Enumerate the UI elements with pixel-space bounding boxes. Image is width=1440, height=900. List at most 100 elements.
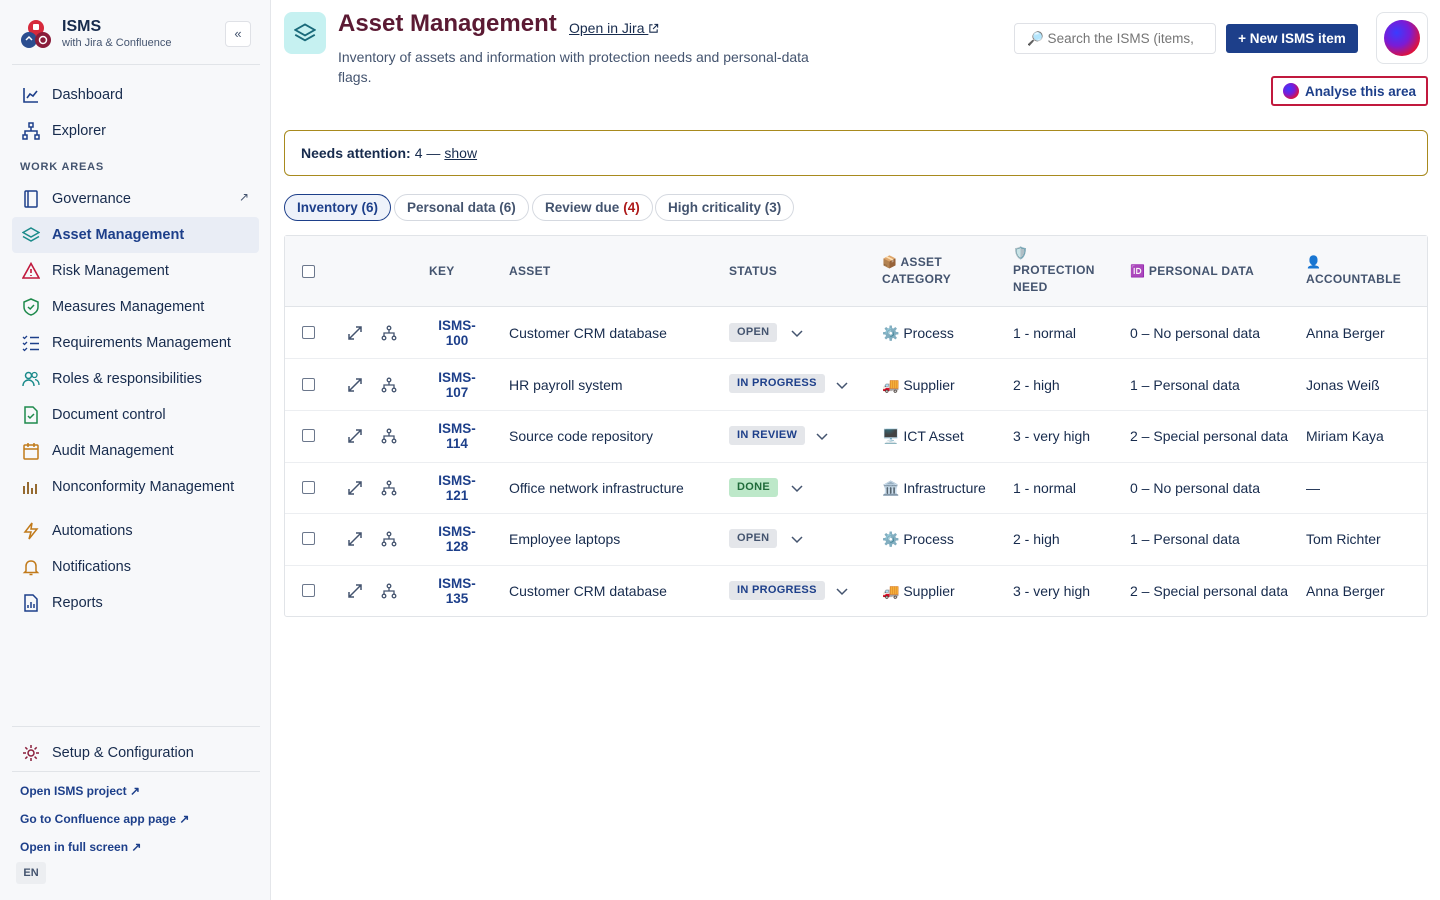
row-checkbox[interactable] <box>302 429 315 442</box>
chevron-down-icon[interactable] <box>835 584 849 598</box>
table-row[interactable]: ISMS- 128 Employee laptops OPEN ⚙️ Proces… <box>285 514 1427 566</box>
table-row[interactable]: ISMS- 121 Office network infrastructure D… <box>285 462 1427 514</box>
row-personal-data: 2 – Special personal data <box>1130 583 1288 599</box>
row-key-link[interactable]: ISMS- 114 <box>425 421 489 451</box>
tab-high-criticality[interactable]: High criticality (3) <box>655 194 795 221</box>
column-protection-need[interactable]: 🛡️ PROTECTION NEED <box>1013 245 1095 296</box>
row-key-link[interactable]: ISMS- 121 <box>425 473 489 503</box>
nav-item-dashboard[interactable]: Dashboard <box>12 77 259 113</box>
page-title: Asset Management <box>338 10 557 37</box>
search-input[interactable] <box>1014 23 1216 54</box>
hierarchy-icon[interactable] <box>381 377 397 393</box>
status-badge[interactable]: DONE <box>729 478 778 497</box>
confluence-app-page-link[interactable]: Go to Confluence app page ↗ <box>20 812 189 826</box>
chevron-down-icon[interactable] <box>835 378 849 392</box>
nav-item-governance[interactable]: Governance ↗ <box>12 181 259 217</box>
expand-icon[interactable] <box>347 428 363 444</box>
column-key[interactable]: KEY <box>429 263 455 280</box>
nav-item-roles[interactable]: Roles & responsibilities <box>12 361 259 397</box>
column-asset[interactable]: ASSET <box>509 263 551 280</box>
row-checkbox[interactable] <box>302 326 315 339</box>
row-key-link[interactable]: ISMS- 135 <box>425 576 489 606</box>
new-isms-item-button[interactable]: + New ISMS item <box>1226 24 1358 53</box>
open-isms-project-link[interactable]: Open ISMS project ↗ <box>20 784 140 798</box>
table-row[interactable]: ISMS- 107 HR payroll system IN PROGRESS 🚚… <box>285 359 1427 411</box>
hierarchy-icon[interactable] <box>381 480 397 496</box>
sidebar: ISMS with Jira & Confluence « Dashboard … <box>0 0 271 900</box>
row-key-link[interactable]: ISMS- 100 <box>425 318 489 348</box>
open-full-screen-link[interactable]: Open in full screen ↗ <box>20 840 141 854</box>
tab-personal-data[interactable]: Personal data (6) <box>394 194 529 221</box>
language-badge[interactable]: EN <box>16 862 46 884</box>
column-personal-data[interactable]: 🆔 PERSONAL DATA <box>1130 263 1254 280</box>
key-part: ISMS- <box>438 370 476 385</box>
status-badge[interactable]: IN PROGRESS <box>729 374 825 393</box>
row-key-link[interactable]: ISMS- 128 <box>425 524 489 554</box>
hierarchy-icon[interactable] <box>381 531 397 547</box>
hierarchy-icon[interactable] <box>381 583 397 599</box>
column-accountable[interactable]: 👤 ACCOUNTABLE <box>1306 254 1401 288</box>
nav-item-setup[interactable]: Setup & Configuration <box>12 735 259 771</box>
nav-item-asset-management[interactable]: Asset Management <box>12 217 259 253</box>
brand: ISMS with Jira & Confluence <box>20 16 260 64</box>
open-in-jira-link[interactable]: Open in Jira <box>569 20 659 36</box>
tab-inventory[interactable]: Inventory (6) <box>284 194 392 221</box>
attention-show-link[interactable]: show <box>444 145 477 161</box>
hierarchy-icon[interactable] <box>381 325 397 341</box>
nav-item-requirements-management[interactable]: Requirements Management <box>12 325 259 361</box>
chevron-down-icon[interactable] <box>790 481 804 495</box>
row-asset: Office network infrastructure <box>509 480 684 496</box>
column-status[interactable]: STATUS <box>729 263 777 280</box>
expand-icon[interactable] <box>347 583 363 599</box>
key-part: 128 <box>445 539 469 554</box>
package-icon: 📦 <box>882 255 898 269</box>
table-row[interactable]: ISMS- 135 Customer CRM database IN PROGRE… <box>285 565 1427 617</box>
select-all-checkbox[interactable] <box>302 265 315 278</box>
row-checkbox[interactable] <box>302 378 315 391</box>
nav-item-explorer[interactable]: Explorer <box>12 113 259 149</box>
column-asset-category[interactable]: 📦 ASSET CATEGORY <box>882 254 951 288</box>
expand-icon[interactable] <box>347 480 363 496</box>
row-protection: 2 - high <box>1013 531 1060 547</box>
page-description: Inventory of assets and information with… <box>338 49 809 85</box>
row-key-link[interactable]: ISMS- 107 <box>425 370 489 400</box>
collapse-sidebar-button[interactable]: « <box>225 21 251 47</box>
expand-icon[interactable] <box>347 325 363 341</box>
row-category: ⚙️ Process <box>882 325 954 342</box>
hierarchy-icon[interactable] <box>381 428 397 444</box>
category-label: Infrastructure <box>903 480 986 496</box>
row-category: 🚚 Supplier <box>882 377 955 394</box>
nav-item-document-control[interactable]: Document control <box>12 397 259 433</box>
table-row[interactable]: ISMS- 100 Customer CRM database OPEN ⚙️ P… <box>285 307 1427 359</box>
nav-item-risk-management[interactable]: Risk Management <box>12 253 259 289</box>
row-checkbox[interactable] <box>302 584 315 597</box>
status-badge[interactable]: IN PROGRESS <box>729 581 825 600</box>
row-checkbox[interactable] <box>302 532 315 545</box>
row-checkbox[interactable] <box>302 481 315 494</box>
nav-item-reports[interactable]: Reports <box>12 585 259 621</box>
nav-item-nonconformity[interactable]: Nonconformity Management <box>12 469 259 505</box>
chevron-down-icon[interactable] <box>815 429 829 443</box>
status-badge[interactable]: OPEN <box>729 323 778 342</box>
key-part: ISMS- <box>438 318 476 333</box>
nav-item-audit-management[interactable]: Audit Management <box>12 433 259 469</box>
lightning-icon <box>23 522 39 540</box>
status-badge[interactable]: IN REVIEW <box>729 426 806 445</box>
nav-item-measures-management[interactable]: Measures Management <box>12 289 259 325</box>
nav-item-notifications[interactable]: Notifications <box>12 549 259 585</box>
analyse-area-button[interactable]: Analyse this area <box>1271 76 1428 106</box>
chevron-down-icon[interactable] <box>790 326 804 340</box>
expand-icon[interactable] <box>347 377 363 393</box>
key-part: ISMS- <box>438 576 476 591</box>
row-personal-data: 0 – No personal data <box>1130 480 1260 496</box>
category-label: Process <box>903 325 954 341</box>
column-label: PROTECTION <box>1013 263 1095 277</box>
column-label: ACCOUNTABLE <box>1306 272 1402 286</box>
tab-review-due[interactable]: Review due (4) <box>532 194 653 221</box>
table-row[interactable]: ISMS- 114 Source code repository IN REVIE… <box>285 411 1427 463</box>
chevron-down-icon[interactable] <box>790 532 804 546</box>
assistant-avatar-button[interactable] <box>1376 12 1428 64</box>
nav-item-automations[interactable]: Automations <box>12 513 259 549</box>
status-badge[interactable]: OPEN <box>729 529 778 548</box>
expand-icon[interactable] <box>347 531 363 547</box>
